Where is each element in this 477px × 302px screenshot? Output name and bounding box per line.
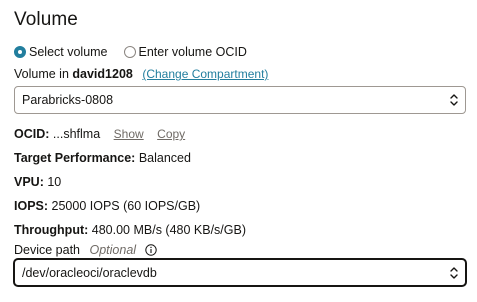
radio-enter-ocid[interactable]: Enter volume OCID [123, 45, 247, 59]
radio-select-volume-label: Select volume [29, 45, 108, 59]
radio-select-volume-button[interactable] [14, 46, 26, 58]
vpu-value: 10 [47, 175, 62, 189]
iops-value: 25000 IOPS (60 IOPS/GB) [51, 199, 201, 213]
device-path-optional: Optional [89, 243, 137, 257]
ocid-show-link[interactable]: Show [114, 127, 144, 141]
info-icon[interactable] [144, 244, 157, 256]
iops-row: IOPS: 25000 IOPS (60 IOPS/GB) [14, 199, 200, 213]
radio-enter-ocid-button[interactable] [123, 46, 136, 58]
compartment-prefix: Volume in [14, 67, 69, 81]
radio-select-volume[interactable]: Select volume [14, 45, 108, 59]
ocid-value: ...shflma [52, 127, 101, 141]
vpu-row: VPU: 10 [14, 175, 61, 189]
chevron-up-down-icon [450, 94, 458, 106]
radio-enter-ocid-label: Enter volume OCID [138, 45, 247, 59]
section-title: Volume [14, 9, 78, 30]
throughput-value: 480.00 MB/s (480 KB/s/GB) [91, 223, 247, 237]
device-path-select[interactable]: /dev/oracleoci/oraclevdb [14, 259, 466, 286]
device-path-label-row: Device path Optional [14, 243, 157, 257]
volume-select[interactable]: Parabricks-0808 [14, 86, 466, 114]
chevron-up-down-icon [450, 266, 458, 279]
iops-label: IOPS: [14, 199, 49, 213]
vpu-label: VPU: [14, 175, 44, 189]
volume-source-radio-group: Select volume Enter volume OCID [14, 45, 247, 59]
device-path-label: Device path [14, 243, 81, 257]
ocid-label: OCID: [14, 127, 50, 141]
target-performance-value: Balanced [138, 151, 191, 165]
throughput-label: Throughput: [14, 223, 89, 237]
change-compartment-link[interactable]: (Change Compartment) [142, 67, 268, 81]
target-performance-label: Target Performance: [14, 151, 136, 165]
compartment-name: david1208 [72, 67, 133, 81]
ocid-row: OCID: ...shflma Show Copy [14, 127, 185, 141]
compartment-row: Volume in david1208 (Change Compartment) [14, 67, 268, 81]
throughput-row: Throughput: 480.00 MB/s (480 KB/s/GB) [14, 223, 246, 237]
ocid-copy-link[interactable]: Copy [157, 127, 185, 141]
device-path-value: /dev/oracleoci/oraclevdb [22, 265, 157, 280]
target-performance-row: Target Performance: Balanced [14, 151, 191, 165]
volume-select-value: Parabricks-0808 [22, 93, 114, 107]
